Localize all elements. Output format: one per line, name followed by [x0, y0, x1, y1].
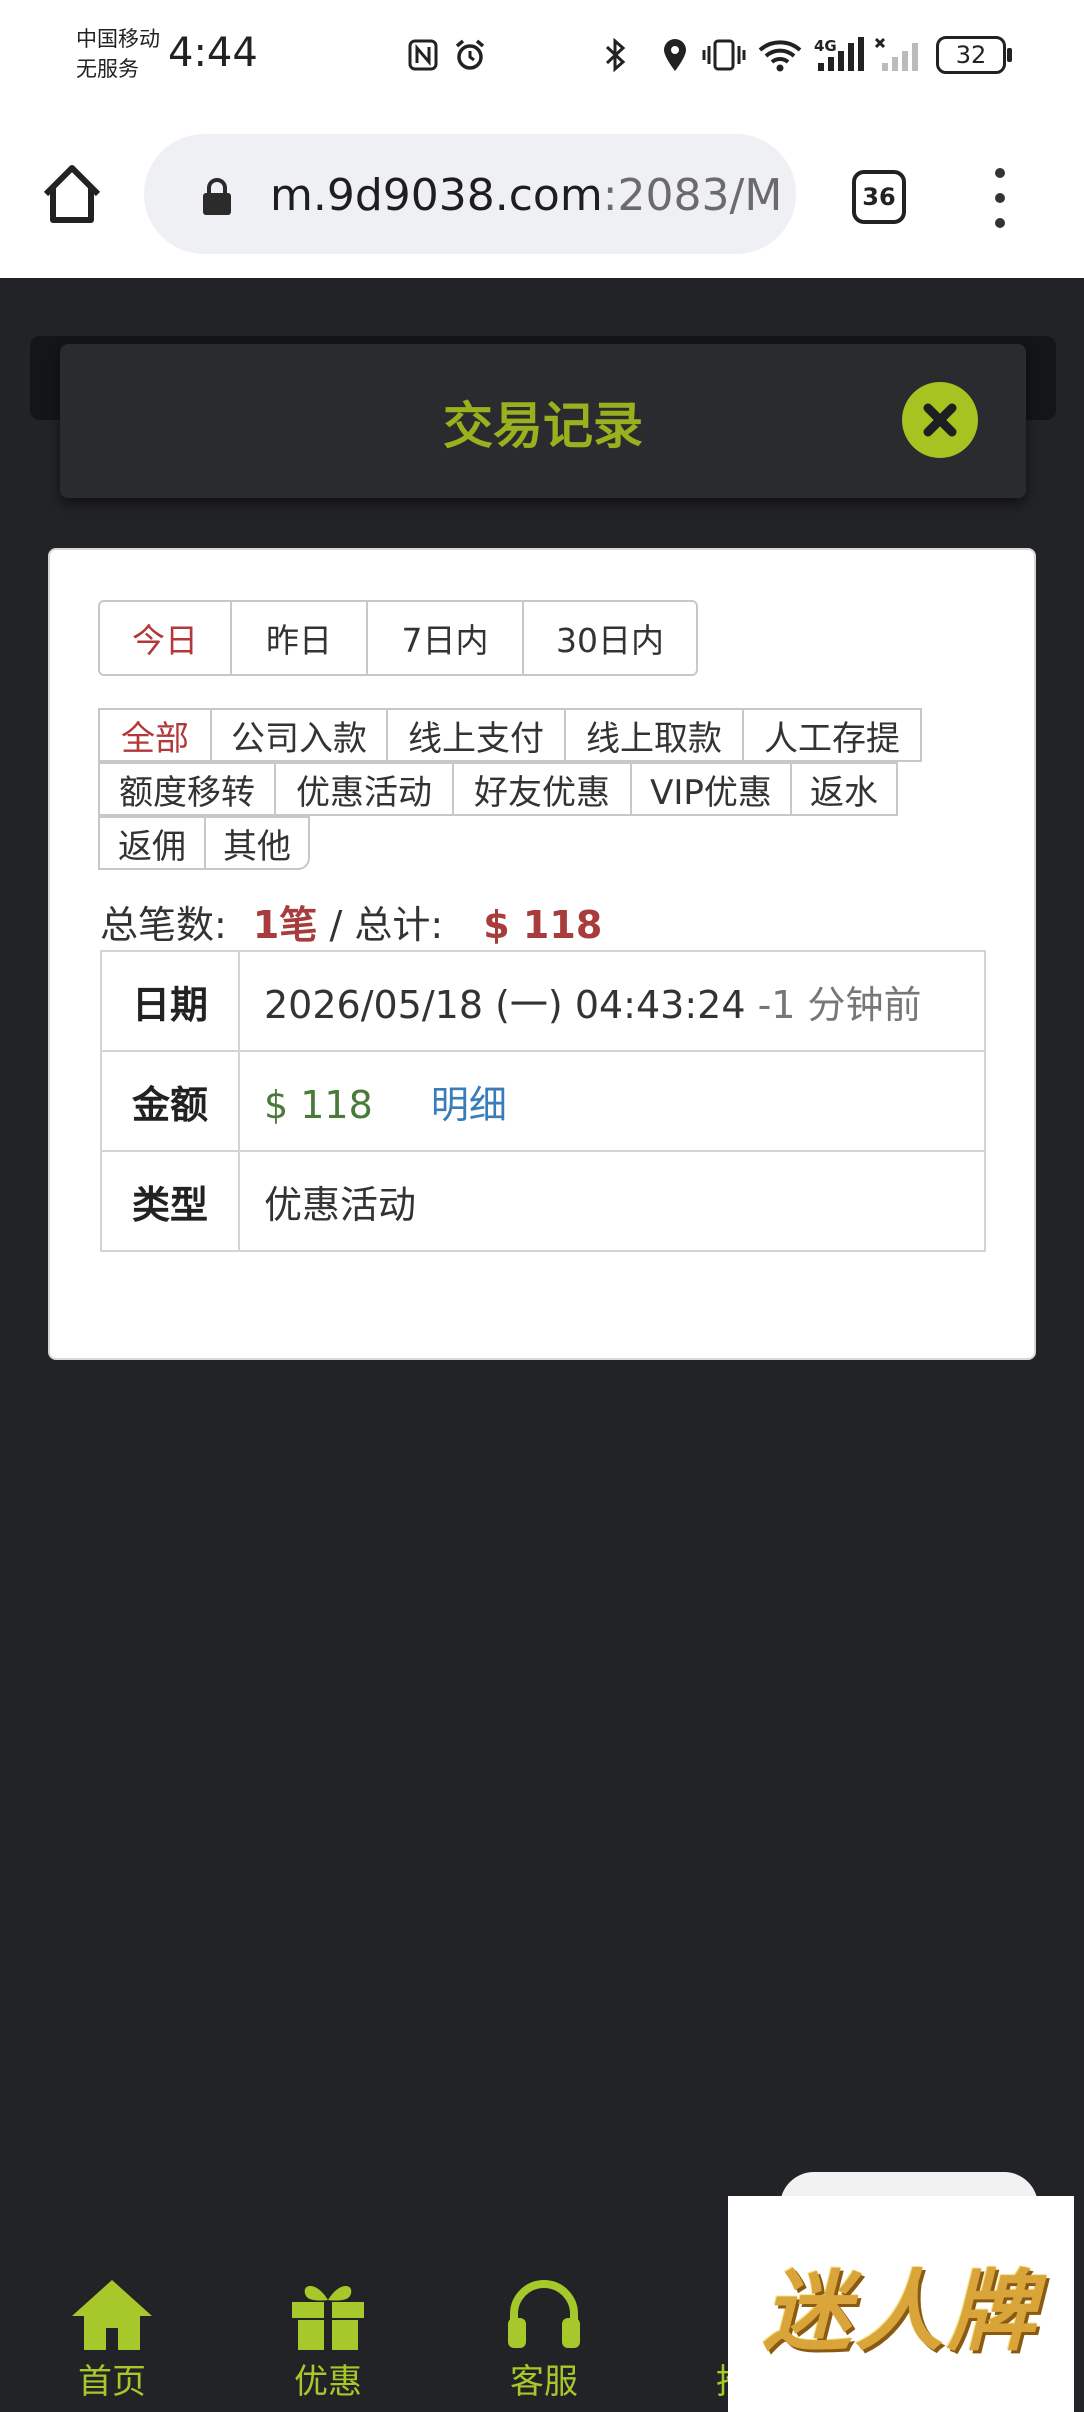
nav-label: 优惠	[294, 2362, 362, 2402]
filter-rebate[interactable]: 返水	[790, 762, 898, 816]
total-label: 总计:	[354, 903, 444, 947]
wifi-icon	[758, 38, 802, 72]
location-icon	[660, 38, 690, 72]
signal-4g-icon: 4G	[814, 37, 866, 72]
summary-separator: /	[329, 903, 343, 947]
headset-icon	[508, 2280, 580, 2348]
filter-online-payment[interactable]: 线上支付	[386, 708, 566, 762]
carrier-info: 中国移动 无服务	[76, 24, 160, 84]
date-ago: -1 分钟前	[757, 982, 922, 1027]
signal-icon	[874, 37, 924, 72]
url-path: :2083/M	[602, 170, 780, 221]
count-value: 1笔	[252, 903, 318, 947]
filter-credit-transfer[interactable]: 额度移转	[98, 762, 276, 816]
close-button[interactable]	[902, 382, 978, 458]
date-range-tabs: 今日 昨日 7日内 30日内	[98, 600, 698, 676]
filter-row: 全部 公司入款 线上支付 线上取款 人工存提	[98, 708, 938, 762]
status-time: 4:44	[168, 30, 258, 76]
table-row: 金额 $ 118 明细	[100, 1050, 986, 1152]
filter-company-deposit[interactable]: 公司入款	[210, 708, 388, 762]
filter-all[interactable]: 全部	[98, 708, 212, 762]
browser-menu-button[interactable]	[984, 168, 1016, 228]
count-label: 总笔数:	[100, 903, 227, 947]
filter-row: 返佣 其他	[98, 816, 938, 870]
gift-icon	[292, 2286, 364, 2350]
detail-link[interactable]: 明细	[431, 1083, 507, 1127]
date-label: 日期	[100, 950, 240, 1052]
nav-promotions[interactable]: 优惠	[258, 2276, 398, 2403]
amount-label: 金额	[100, 1050, 240, 1152]
nav-label: 客服	[510, 2362, 578, 2402]
filter-promotions[interactable]: 优惠活动	[274, 762, 454, 816]
tab-7-days[interactable]: 7日内	[368, 602, 524, 674]
close-icon	[923, 403, 957, 437]
filter-manual-deposit-withdraw[interactable]: 人工存提	[742, 708, 922, 762]
tab-today[interactable]: 今日	[100, 602, 232, 674]
amount-value: $ 118	[264, 1082, 373, 1127]
browser-toolbar: m.9d9038.com:2083/M 36	[0, 110, 1084, 278]
home-icon	[43, 165, 101, 223]
type-filters: 全部 公司入款 线上支付 线上取款 人工存提 额度移转 优惠活动 好友优惠 VI…	[98, 708, 938, 870]
type-value: 优惠活动	[238, 1150, 986, 1252]
url-text[interactable]: m.9d9038.com:2083/M	[270, 170, 780, 221]
lock-icon	[200, 178, 234, 216]
nav-support[interactable]: 客服	[474, 2276, 614, 2403]
nav-home[interactable]: 首页	[42, 2276, 182, 2403]
bluetooth-icon	[600, 38, 630, 72]
watermark-text: 迷人牌	[762, 2259, 1039, 2363]
tab-30-days[interactable]: 30日内	[524, 602, 696, 674]
modal-header: 交易记录	[60, 344, 1026, 498]
tab-yesterday[interactable]: 昨日	[232, 602, 368, 674]
filter-online-withdrawal[interactable]: 线上取款	[564, 708, 744, 762]
amount-cell: $ 118 明细	[238, 1050, 986, 1152]
battery-tip	[1007, 48, 1012, 62]
date-value: 2026/05/18 (一) 04:43:24	[264, 982, 746, 1027]
carrier-name: 中国移动	[76, 27, 160, 51]
address-bar[interactable]: m.9d9038.com:2083/M	[144, 134, 796, 254]
carrier-service: 无服务	[76, 57, 139, 81]
filter-row: 额度移转 优惠活动 好友优惠 VIP优惠 返水	[98, 762, 938, 816]
filter-commission[interactable]: 返佣	[98, 816, 206, 870]
table-row: 类型 优惠活动	[100, 1150, 986, 1252]
watermark-logo: 迷人牌	[728, 2196, 1074, 2412]
table-row: 日期 2026/05/18 (一) 04:43:24 -1 分钟前	[100, 950, 986, 1052]
nav-label: 首页	[78, 2362, 146, 2402]
battery-indicator: 32	[936, 36, 1006, 74]
transaction-card: 今日 昨日 7日内 30日内 全部 公司入款 线上支付 线上取款 人工存提 额度…	[48, 548, 1036, 1360]
url-host: m.9d9038.com	[270, 170, 603, 221]
filter-friend-bonus[interactable]: 好友优惠	[452, 762, 632, 816]
nfc-icon	[406, 38, 440, 72]
modal-title: 交易记录	[443, 397, 643, 455]
alarm-icon	[452, 38, 488, 72]
transaction-detail-table: 日期 2026/05/18 (一) 04:43:24 -1 分钟前 金额 $ 1…	[100, 950, 986, 1252]
svg-text:4G: 4G	[814, 37, 837, 55]
tab-switcher-button[interactable]: 36	[852, 170, 906, 224]
date-cell: 2026/05/18 (一) 04:43:24 -1 分钟前	[238, 950, 986, 1052]
vibrate-icon	[702, 38, 746, 72]
filter-vip-bonus[interactable]: VIP优惠	[630, 762, 792, 816]
status-bar: 中国移动 无服务 4:44 4G 32	[0, 0, 1084, 110]
home-icon	[72, 2280, 152, 2350]
type-label: 类型	[100, 1150, 240, 1252]
summary-line: 总笔数: 1笔 / 总计: $ 118	[100, 894, 602, 949]
home-button[interactable]	[38, 160, 106, 228]
total-value: $ 118	[483, 903, 603, 947]
filter-other[interactable]: 其他	[204, 816, 310, 870]
